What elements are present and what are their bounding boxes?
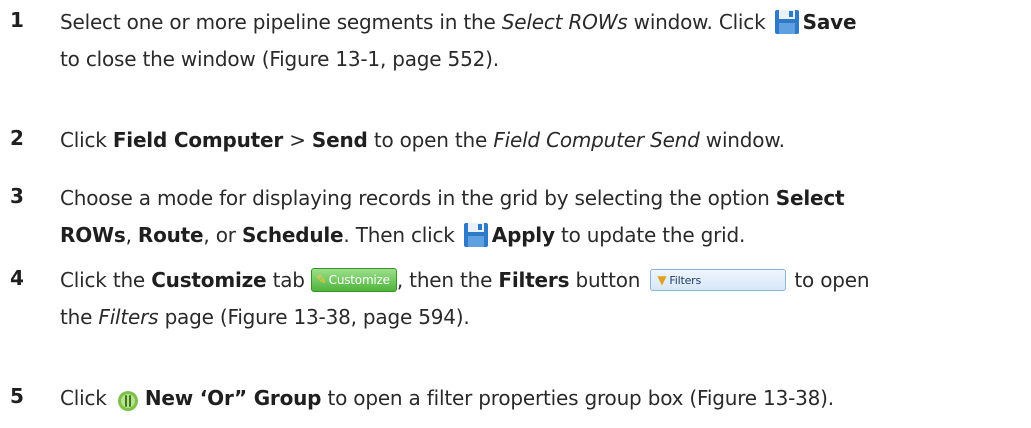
text-run: to open a filter properties group box (F…	[321, 386, 834, 410]
text-run: tab	[266, 268, 311, 292]
customize-tab: ✎ Customize	[310, 267, 397, 292]
text-run: Click	[60, 386, 113, 410]
text-run: to close the window (Figure 13-1, page 5…	[60, 47, 499, 71]
step-number: 2	[10, 126, 24, 150]
text-run: button	[569, 268, 647, 292]
save-icon	[774, 9, 800, 35]
text-run: Choose a mode for displaying records in …	[60, 186, 776, 210]
apply-label: Apply	[491, 223, 555, 247]
text-run: Click the	[60, 268, 152, 292]
step-number: 3	[10, 184, 24, 208]
wrench-icon: ✎	[315, 272, 327, 288]
text-run: >	[283, 128, 312, 152]
text-run: ,	[125, 223, 138, 247]
or-group-icon	[117, 387, 139, 411]
customize-tab-label: Customize	[328, 272, 390, 287]
page-name: Filters	[98, 305, 159, 329]
step-number: 4	[10, 266, 24, 290]
funnel-icon: ▼	[657, 272, 667, 287]
text-run: to open the	[367, 128, 494, 152]
filters-button-label: Filters	[669, 273, 701, 287]
text-run: window. Click	[627, 10, 772, 34]
step-text: Choose a mode for displaying records in …	[60, 180, 1025, 254]
option-schedule: Schedule	[241, 223, 344, 247]
text-run: , then the	[396, 268, 499, 292]
text-run: to update the grid.	[554, 223, 746, 247]
text-run: Click	[60, 128, 113, 152]
filters-button: ▼ Filters	[650, 268, 787, 291]
step-text: Click the Customize tab ✎ Customize, then…	[60, 262, 1025, 336]
step-text: Click New ‘Or” Group to open a filter pr…	[60, 380, 1025, 417]
menu-send: Send	[311, 128, 368, 152]
text-run: the	[60, 305, 99, 329]
step-number: 1	[10, 8, 24, 32]
text-run: , or	[203, 223, 242, 247]
step-number: 5	[10, 384, 24, 408]
text-run: . Then click	[343, 223, 461, 247]
step-text: Select one or more pipeline segments in …	[60, 4, 1025, 78]
apply-icon	[463, 222, 489, 248]
text-run: window.	[699, 128, 785, 152]
window-name: Select ROWs	[501, 10, 628, 34]
option-route: Route	[137, 223, 204, 247]
save-label: Save	[802, 10, 857, 34]
step-text: Click Field Computer > Send to open the …	[60, 122, 1025, 159]
filters-label: Filters	[498, 268, 570, 292]
option-select-rows: Select	[775, 186, 845, 210]
text-run: Select one or more pipeline segments in …	[60, 10, 502, 34]
option-select-rows: ROWs	[60, 223, 126, 247]
menu-field-computer: Field Computer	[112, 128, 284, 152]
new-or-group-label: New ‘Or” Group	[144, 386, 322, 410]
window-name: Field Computer Send	[493, 128, 700, 152]
text-run: page (Figure 13-38, page 594).	[158, 305, 470, 329]
text-run: to open	[794, 268, 870, 292]
customize-label: Customize	[151, 268, 267, 292]
